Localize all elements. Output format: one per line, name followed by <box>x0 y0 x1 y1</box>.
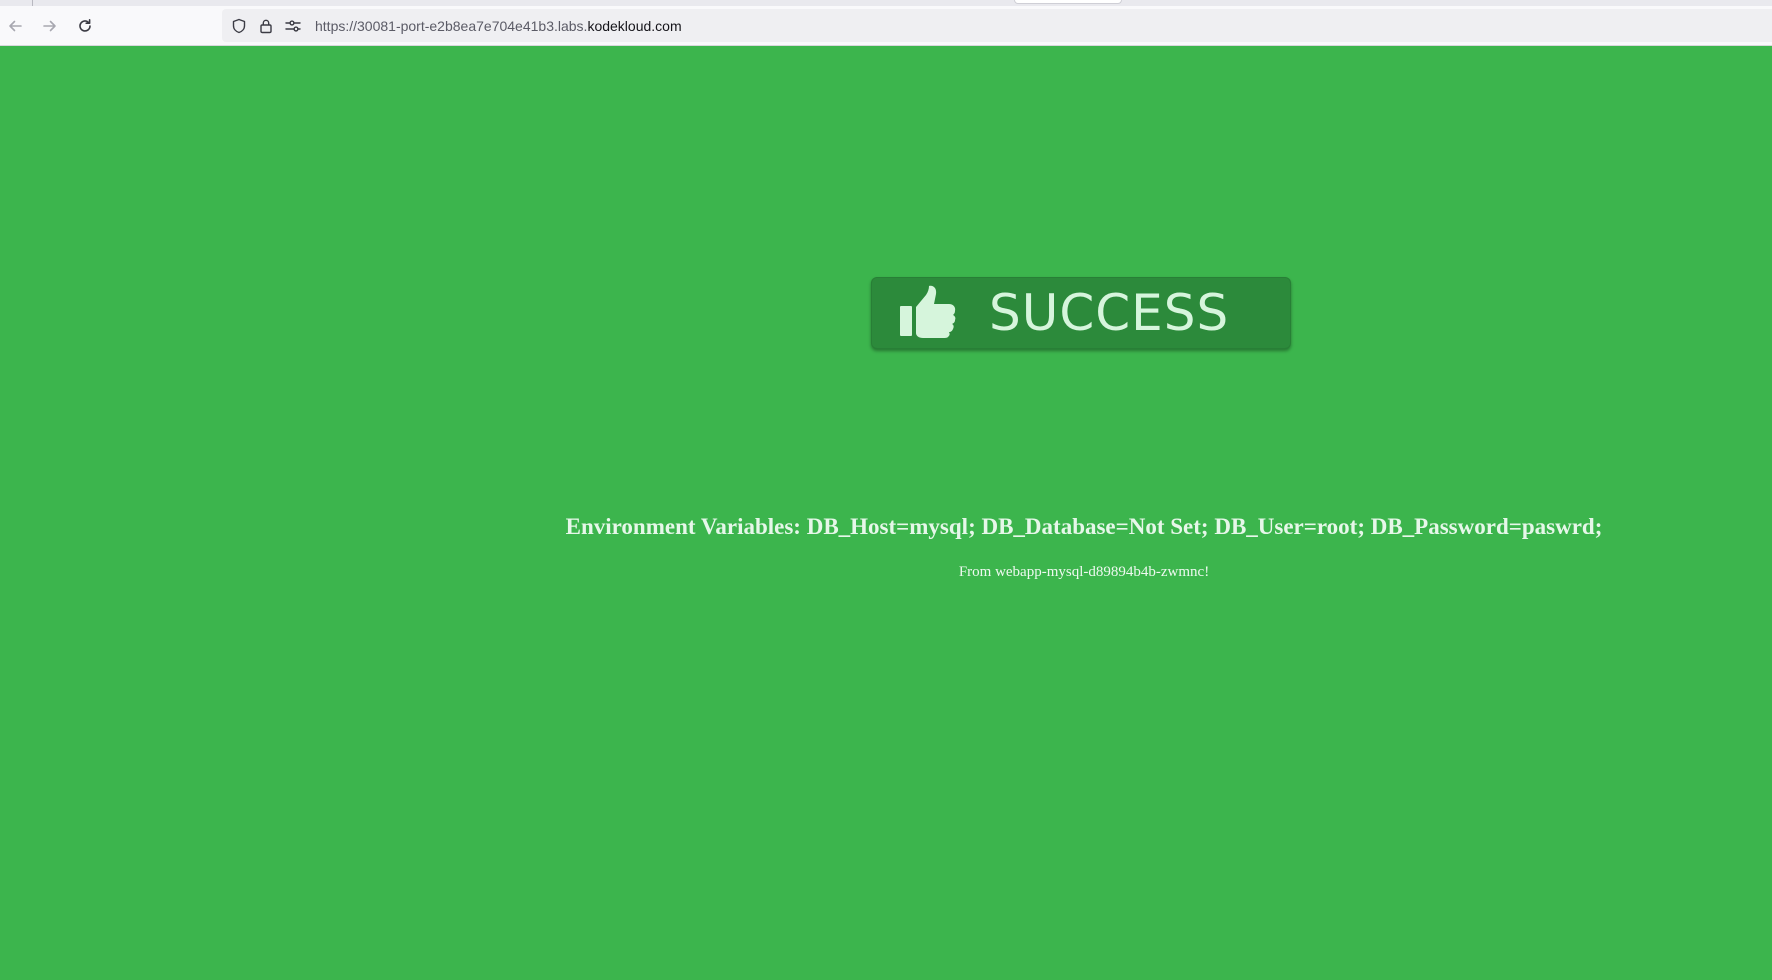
back-button[interactable] <box>1 12 29 40</box>
lock-icon[interactable] <box>255 15 277 37</box>
tab-strip <box>0 0 1772 6</box>
arrow-right-icon <box>43 20 56 32</box>
arrow-left-icon <box>9 20 22 32</box>
environment-variables-text: Environment Variables: DB_Host=mysql; DB… <box>565 514 1603 539</box>
address-bar[interactable]: https://30081-port-e2b8ea7e704e41b3.labs… <box>222 9 1772 42</box>
thumbs-up-icon <box>900 285 956 338</box>
success-badge: SUCCESS <box>871 277 1291 349</box>
page-content: SUCCESS Environment Variables: DB_Host=m… <box>0 46 1772 980</box>
url-prefix: https://30081-port-e2b8ea7e704e41b3.labs… <box>315 17 588 34</box>
reload-button[interactable] <box>71 12 99 40</box>
active-tab-edge[interactable] <box>1014 0 1122 4</box>
reload-icon <box>79 19 91 32</box>
tab-divider <box>32 0 33 6</box>
forward-button[interactable] <box>36 12 64 40</box>
url-text[interactable]: https://30081-port-e2b8ea7e704e41b3.labs… <box>315 18 682 34</box>
url-domain: kodekloud.com <box>587 17 682 34</box>
pod-origin-text: From webapp-mysql-d89894b4b-zwmnc! <box>958 564 1210 580</box>
success-label: SUCCESS <box>989 284 1230 342</box>
permissions-icon[interactable] <box>282 15 304 37</box>
browser-toolbar: https://30081-port-e2b8ea7e704e41b3.labs… <box>0 0 1772 46</box>
shield-icon[interactable] <box>228 15 250 37</box>
